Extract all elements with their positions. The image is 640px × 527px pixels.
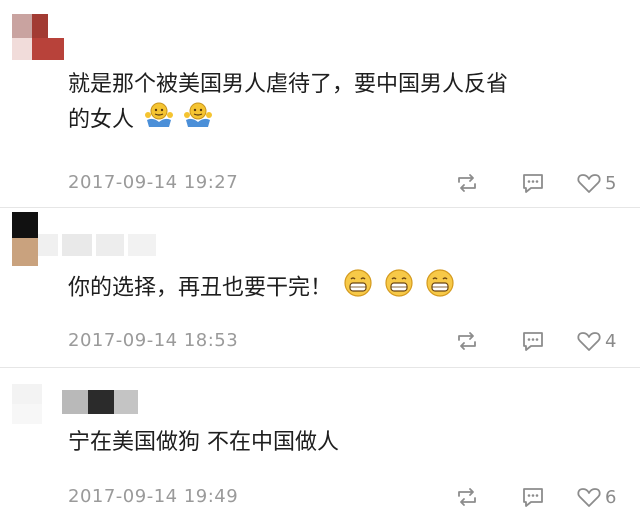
avatar-pixel [32,38,64,60]
grin-emoji-icon [343,268,373,309]
avatar[interactable] [12,212,38,266]
repost-icon [458,488,476,506]
name-pixel [128,234,156,256]
avatar-pixel [12,38,32,60]
like-count: 5 [605,172,617,194]
avatar-pixel [12,212,38,238]
name-pixel [38,234,58,256]
username-redacted[interactable] [62,390,138,414]
comment-button[interactable] [520,168,546,198]
grin-emoji-icon [384,268,414,309]
comment-2: 你的选择，再丑也要干完！ 2017-09-14 18:53 4 [0,208,640,368]
comment-bubble-icon [523,174,543,193]
avatar-pixel [12,238,38,266]
comment-1: 就是那个被美国男人虐待了，要中国男人反省 的女人 2017-09-14 19:2… [0,0,640,205]
comment-text-line: 的女人 [68,102,508,139]
repost-button[interactable] [454,482,480,512]
heart-icon [577,488,601,507]
comment-button[interactable] [520,482,546,512]
avatar-pixel [12,14,32,38]
comment-3: 宁在美国做狗 不在中国做人 2017-09-14 19:49 6 [0,368,640,527]
comment-meta: 2017-09-14 19:27 5 [68,168,628,198]
avatar-pixel [32,14,48,38]
shrug-emoji-icon [145,102,174,139]
comment-meta: 2017-09-14 19:49 6 [68,482,628,512]
like-button[interactable]: 4 [576,326,616,356]
comment-text: 你的选择，再丑也要干完！ [68,268,455,309]
comment-text-line: 就是那个被美国男人虐待了，要中国男人反省 [68,72,509,97]
name-pixel [96,234,124,256]
heart-icon [577,174,601,193]
repost-icon [458,332,476,350]
timestamp: 2017-09-14 19:49 [68,486,239,507]
repost-icon [458,174,476,192]
name-pixel [62,234,92,256]
username-redacted[interactable] [38,234,156,256]
name-pixel [62,390,88,414]
comment-bubble-icon [523,332,543,351]
name-pixel [88,390,114,414]
avatar-pixel [12,404,42,424]
repost-button[interactable] [454,168,480,198]
comment-text: 宁在美国做狗 不在中国做人 [68,430,339,455]
like-count: 6 [605,486,617,508]
comment-bubble-icon [523,488,543,507]
avatar[interactable] [12,14,64,64]
comment-meta: 2017-09-14 18:53 4 [68,326,628,356]
grin-emoji-icon [425,268,455,309]
comment-text: 就是那个被美国男人虐待了，要中国男人反省 的女人 [68,68,508,139]
repost-button[interactable] [454,326,480,356]
like-button[interactable]: 6 [576,482,616,512]
name-pixel [114,390,138,414]
timestamp: 2017-09-14 19:27 [68,172,239,193]
avatar[interactable] [12,384,42,424]
like-button[interactable]: 5 [576,168,616,198]
comment-button[interactable] [520,326,546,356]
avatar-pixel [12,384,42,404]
like-count: 4 [605,330,617,352]
shrug-emoji-icon [184,102,213,139]
heart-icon [577,332,601,351]
timestamp: 2017-09-14 18:53 [68,330,239,351]
